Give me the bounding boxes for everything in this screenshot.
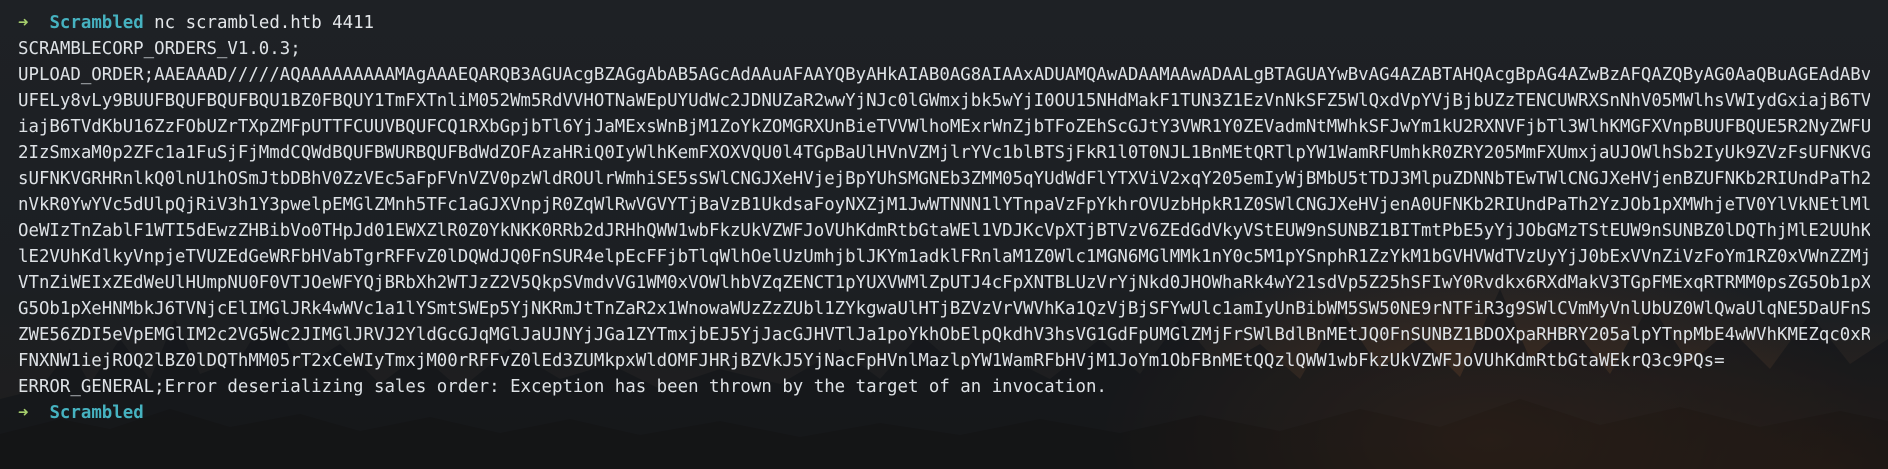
output-line: lE2VUhKdlkyVnpjeTVUZEdGeWRFbHVabTgrRFFvZ… bbox=[18, 247, 1870, 267]
prompt-line: ➜ Scrambled nc scrambled.htb 4411 bbox=[18, 10, 1870, 36]
prompt-directory: Scrambled bbox=[49, 13, 144, 33]
output-line: OeWIzTnZablF1WTI5dEwzZHBibVo0THpJd01EWXZ… bbox=[18, 221, 1870, 241]
output-line: G5Ob1pXeHNMbkJ6TVNjcElIMGlJRk4wWVc1a1lYS… bbox=[18, 299, 1870, 319]
session-timeout-line: ERROR_GENERAL;Error deserializing sales … bbox=[18, 377, 1107, 397]
output-line: UPLOAD_ORDER;AAEAAAD/////AQAAAAAAAAAMAgA… bbox=[18, 65, 1870, 85]
output-line: ZWE56ZDI5eVpEMGlIM2c2VG5Wc2JIMGlJRVJ2Yld… bbox=[18, 325, 1870, 345]
output-line: UFELy8vLy9BUUFBQUFBQUFBQU1BZ0FBQUY1TmFXT… bbox=[18, 91, 1870, 111]
prompt-arrow-icon: ➜ bbox=[18, 403, 29, 423]
prompt-arrow-icon: ➜ bbox=[18, 13, 29, 33]
terminal-output[interactable]: ➜ Scrambled nc scrambled.htb 4411 SCRAMB… bbox=[18, 10, 1870, 426]
output-line: VTnZiWEIxZEdWeUlHUmpNU0F0VTJOeWFYQjBRbXh… bbox=[18, 273, 1870, 293]
output-line: iajB6TVdKbU16ZzFObUZrTXpZMFpUTTFCUUVBQUF… bbox=[18, 117, 1870, 137]
terminal-window[interactable]: ➜ Scrambled nc scrambled.htb 4411 SCRAMB… bbox=[0, 0, 1888, 469]
error-line: FNXNW1iejROQ2lBZ0lDQThMM05rT2xCeWIyTmxjM… bbox=[18, 351, 1725, 371]
output-line: nVkR0YwYVc5dUlpQjRiV3h1Y3pwelpEMGlZMnh5T… bbox=[18, 195, 1870, 215]
prompt-line[interactable]: ➜ Scrambled bbox=[18, 400, 1870, 426]
output-line: sUFNKVGRHRnlkQ0lnU1hOSmJtbDBhV0ZzVEc5aFp… bbox=[18, 169, 1870, 189]
prompt-directory: Scrambled bbox=[49, 403, 144, 423]
command-text: nc scrambled.htb 4411 bbox=[154, 13, 375, 33]
output-line: SCRAMBLECORP_ORDERS_V1.0.3; bbox=[18, 39, 301, 59]
output-line: 2IzSmxaM0p2ZFc1a1FuSjFjMmdCQWdBQUFBWURBQ… bbox=[18, 143, 1870, 163]
